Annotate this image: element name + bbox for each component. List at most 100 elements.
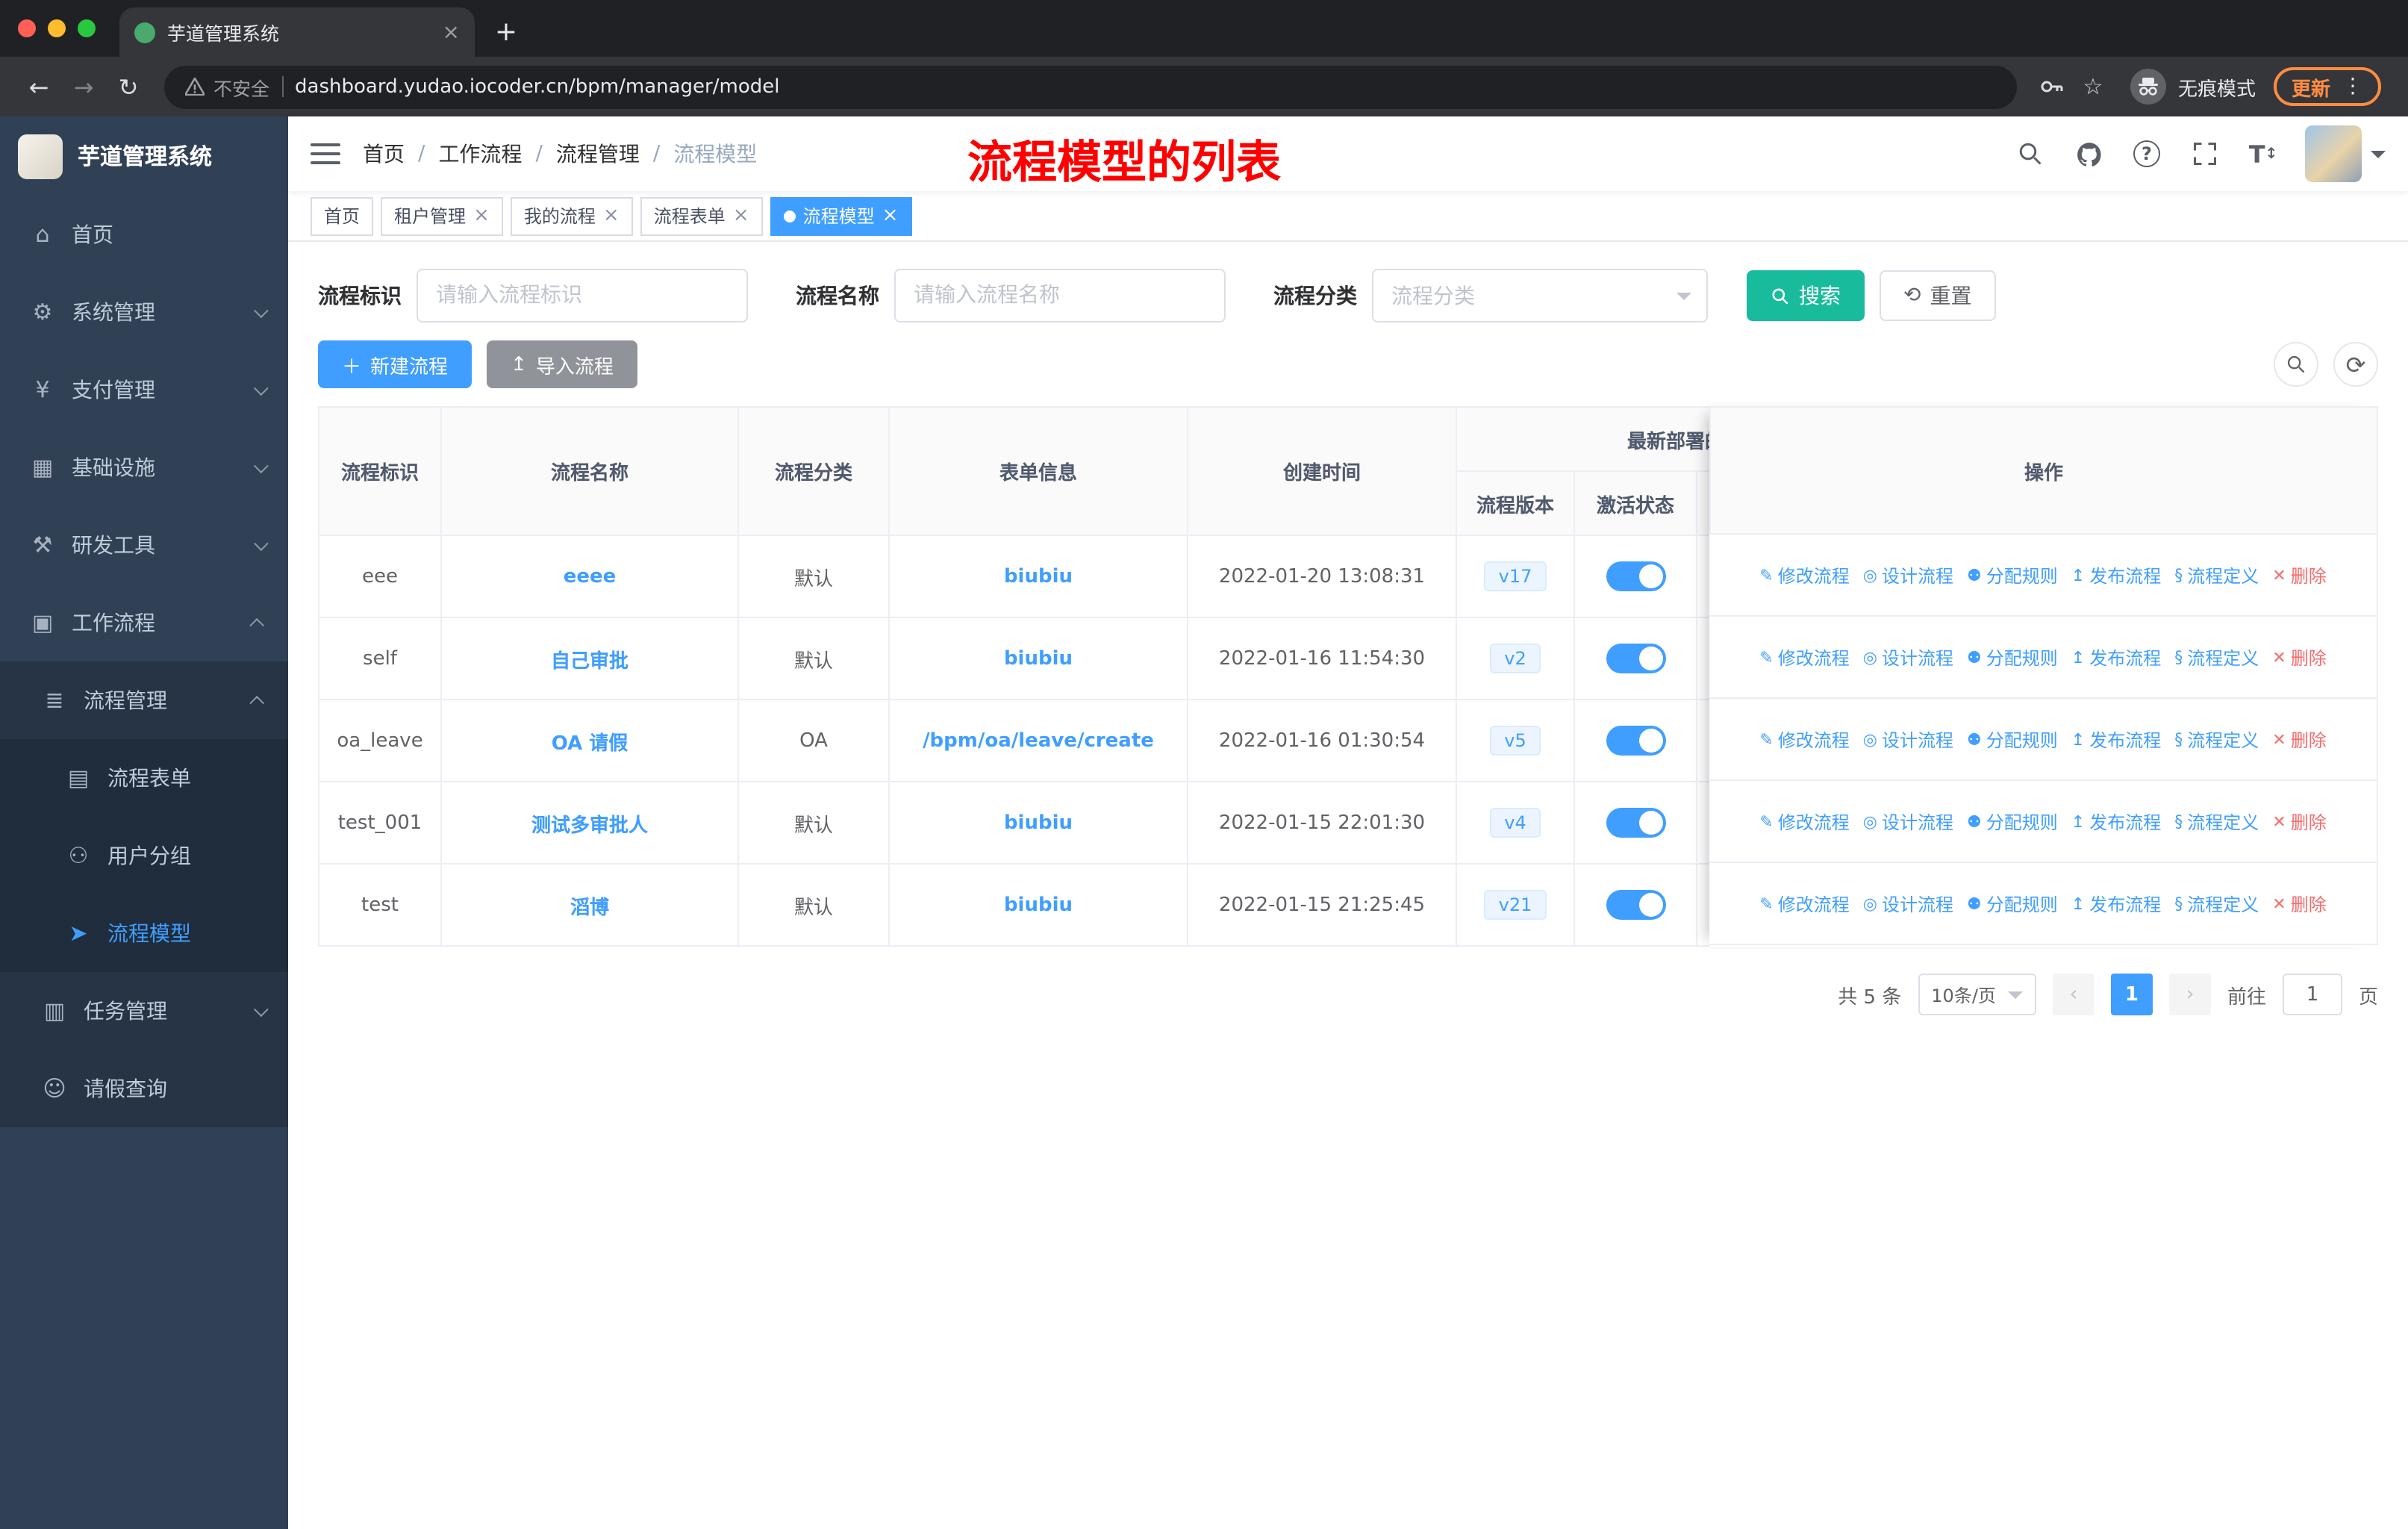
tag-close-icon[interactable]: ×	[882, 206, 899, 225]
assign-rule-link[interactable]: 分配规则	[1967, 644, 2058, 670]
delete-link[interactable]: 删除	[2272, 891, 2327, 916]
process-definition-link[interactable]: 流程定义	[2174, 644, 2259, 670]
breadcrumb-home[interactable]: 首页	[363, 139, 405, 169]
edit-process-link[interactable]: 修改流程	[1759, 726, 1850, 752]
design-process-link[interactable]: 设计流程	[1863, 644, 1953, 670]
browser-tab[interactable]: 芋道管理系统 ×	[119, 7, 475, 57]
assign-rule-link[interactable]: 分配规则	[1967, 562, 2058, 588]
tab-close-icon[interactable]: ×	[443, 22, 460, 43]
prev-page-button[interactable]: ‹	[2052, 974, 2094, 1015]
sidebar-item-devtools[interactable]: 研发工具	[0, 506, 288, 584]
design-process-link[interactable]: 设计流程	[1863, 809, 1953, 834]
page-size-select[interactable]: 10条/页	[1918, 974, 2036, 1015]
user-menu[interactable]	[2305, 125, 2386, 182]
process-name-input[interactable]	[894, 269, 1226, 323]
delete-link[interactable]: 删除	[2272, 562, 2327, 588]
sidebar-item-payment[interactable]: 支付管理	[0, 351, 288, 429]
form-info-link[interactable]: biubiu	[1004, 812, 1073, 834]
sidebar-item-workflow[interactable]: 工作流程	[0, 584, 288, 661]
process-id-input[interactable]	[417, 269, 748, 323]
delete-link[interactable]: 删除	[2272, 809, 2327, 834]
sidebar-logo[interactable]: 芋道管理系统	[0, 116, 288, 196]
search-button[interactable]: 搜索	[1747, 270, 1865, 321]
publish-process-link[interactable]: 发布流程	[2071, 644, 2161, 670]
sidebar-item-infra[interactable]: 基础设施	[0, 429, 288, 506]
design-process-link[interactable]: 设计流程	[1863, 726, 1953, 752]
fullscreen-icon[interactable]	[2189, 137, 2221, 170]
sidebar-item-system[interactable]: 系统管理	[0, 273, 288, 351]
current-page-button[interactable]: 1	[2110, 974, 2153, 1015]
tag-tenant[interactable]: 租户管理 ×	[381, 196, 503, 235]
process-definition-link[interactable]: 流程定义	[2174, 809, 2259, 834]
reset-button[interactable]: ⟲ 重置	[1880, 270, 1996, 321]
breadcrumb-workflow[interactable]: 工作流程	[438, 139, 522, 169]
form-info-link[interactable]: biubiu	[1004, 565, 1073, 588]
tag-close-icon[interactable]: ×	[603, 206, 620, 225]
font-size-icon[interactable]: T ↕	[2247, 137, 2280, 170]
security-warning[interactable]: 不安全	[185, 72, 269, 101]
edit-process-link[interactable]: 修改流程	[1759, 562, 1850, 588]
help-icon[interactable]: ?	[2130, 137, 2163, 170]
address-bar[interactable]: 不安全 dashboard.yudao.iocoder.cn/bpm/manag…	[164, 65, 2017, 108]
browser-menu-icon[interactable]: ⋮	[2342, 75, 2363, 99]
hamburger-icon[interactable]	[311, 143, 340, 164]
goto-page-input[interactable]	[2282, 974, 2342, 1015]
tag-close-icon[interactable]: ×	[473, 206, 490, 225]
sidebar-item-home[interactable]: 首页	[0, 196, 288, 273]
process-definition-link[interactable]: 流程定义	[2174, 891, 2259, 916]
sidebar-item-task-mgmt[interactable]: 任务管理	[0, 972, 288, 1050]
assign-rule-link[interactable]: 分配规则	[1967, 891, 2058, 916]
new-tab-button[interactable]: +	[484, 9, 528, 54]
active-toggle[interactable]	[1606, 561, 1665, 591]
active-toggle[interactable]	[1606, 726, 1665, 756]
publish-process-link[interactable]: 发布流程	[2071, 809, 2161, 834]
breadcrumb-process-mgmt[interactable]: 流程管理	[556, 139, 640, 169]
window-minimize-button[interactable]	[48, 19, 66, 37]
process-name-link[interactable]: 自己审批	[551, 650, 628, 673]
form-info-link[interactable]: /bpm/oa/leave/create	[923, 729, 1154, 752]
form-info-link[interactable]: biubiu	[1004, 894, 1073, 916]
sidebar-item-process-model[interactable]: 流程模型	[0, 894, 288, 972]
publish-process-link[interactable]: 发布流程	[2071, 726, 2161, 752]
assign-rule-link[interactable]: 分配规则	[1967, 809, 2058, 834]
category-select[interactable]: 流程分类	[1372, 269, 1708, 323]
search-icon[interactable]	[2014, 137, 2047, 170]
delete-link[interactable]: 删除	[2272, 644, 2327, 670]
tag-process-model[interactable]: 流程模型 ×	[770, 196, 912, 235]
sidebar-item-leave-query[interactable]: 请假查询	[0, 1050, 288, 1127]
tag-process-form[interactable]: 流程表单 ×	[640, 196, 763, 235]
tag-my-process[interactable]: 我的流程 ×	[510, 196, 633, 235]
form-info-link[interactable]: biubiu	[1004, 647, 1073, 670]
sidebar-item-process-form[interactable]: 流程表单	[0, 739, 288, 817]
process-definition-link[interactable]: 流程定义	[2174, 562, 2259, 588]
github-icon[interactable]	[2072, 137, 2105, 170]
edit-process-link[interactable]: 修改流程	[1759, 644, 1850, 670]
sidebar-item-user-group[interactable]: 用户分组	[0, 817, 288, 894]
publish-process-link[interactable]: 发布流程	[2071, 891, 2161, 916]
refresh-table-button[interactable]: ⟳	[2333, 342, 2378, 387]
forward-button[interactable]: →	[63, 66, 105, 108]
active-toggle[interactable]	[1606, 808, 1665, 838]
window-zoom-button[interactable]	[78, 19, 96, 37]
edit-process-link[interactable]: 修改流程	[1759, 891, 1850, 916]
window-close-button[interactable]	[18, 19, 36, 37]
sidebar-item-process-mgmt[interactable]: 流程管理	[0, 661, 288, 739]
back-button[interactable]: ←	[18, 66, 60, 108]
publish-process-link[interactable]: 发布流程	[2071, 562, 2161, 588]
delete-link[interactable]: 删除	[2272, 726, 2327, 752]
next-page-button[interactable]: ›	[2168, 974, 2211, 1015]
create-process-button[interactable]: ＋ 新建流程	[318, 340, 472, 388]
browser-update-button[interactable]: 更新 ⋮	[2273, 67, 2381, 106]
edit-process-link[interactable]: 修改流程	[1759, 809, 1850, 834]
process-name-link[interactable]: 测试多审批人	[531, 815, 648, 837]
process-name-link[interactable]: eeee	[564, 565, 617, 588]
design-process-link[interactable]: 设计流程	[1863, 891, 1953, 916]
toggle-search-button[interactable]	[2274, 342, 2318, 387]
design-process-link[interactable]: 设计流程	[1863, 562, 1953, 588]
import-process-button[interactable]: ↥ 导入流程	[487, 340, 637, 388]
process-name-link[interactable]: OA 请假	[552, 732, 628, 755]
reload-button[interactable]: ↻	[107, 66, 149, 108]
process-definition-link[interactable]: 流程定义	[2174, 726, 2259, 752]
bookmark-star-icon[interactable]: ☆	[2074, 67, 2112, 106]
process-name-link[interactable]: 滔博	[570, 897, 609, 919]
